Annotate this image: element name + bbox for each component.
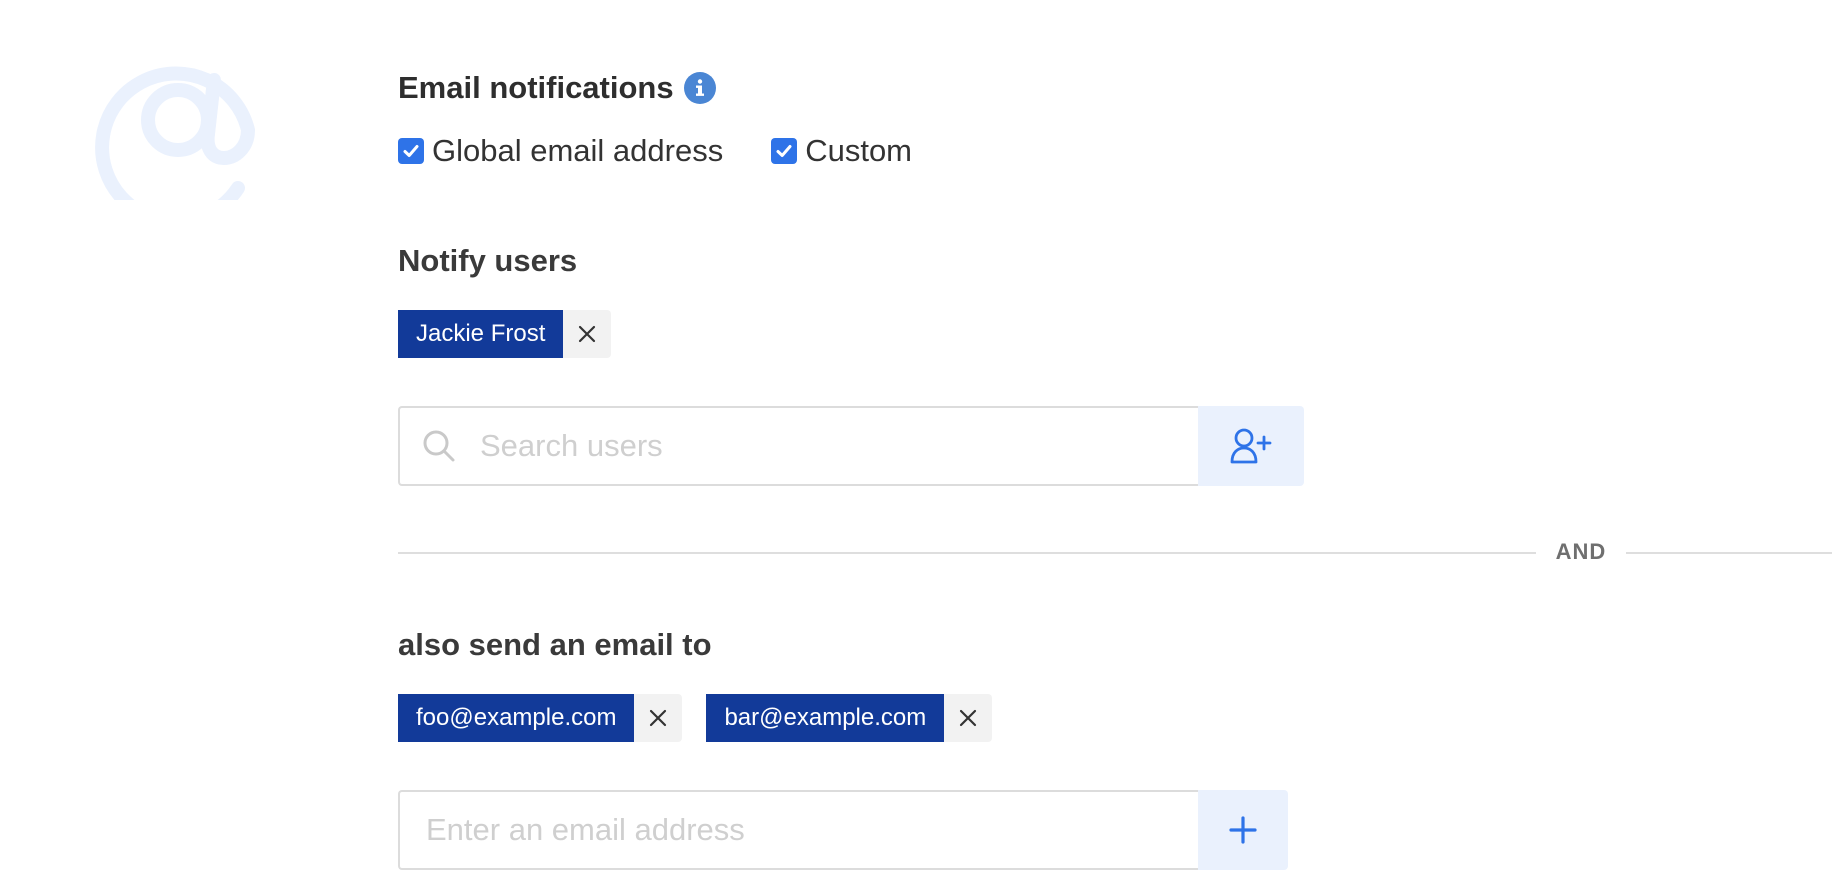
close-icon (650, 709, 667, 727)
notify-users-title: Notify users (398, 243, 578, 278)
custom-checkbox[interactable]: Custom (771, 133, 912, 169)
divider-line-right (1626, 552, 1832, 554)
custom-label: Custom (805, 133, 913, 168)
email-chip: foo@example.com (398, 694, 683, 742)
user-chip: Jackie Frost (398, 310, 612, 358)
add-email-button[interactable] (1198, 790, 1288, 870)
plus-icon (1229, 816, 1257, 844)
email-notifications-title: Email notifications (398, 70, 716, 106)
email-notifications-title-text: Email notifications (398, 70, 674, 105)
remove-email-button[interactable] (634, 694, 683, 742)
email-address-input[interactable] (424, 811, 1198, 849)
divider-line-left (398, 552, 1536, 554)
close-icon (579, 325, 596, 343)
selected-users: Jackie Frost (398, 310, 635, 358)
at-logo-icon (90, 20, 260, 229)
divider-label: AND (1555, 539, 1607, 564)
email-input-group (398, 790, 1288, 870)
user-search-box (398, 406, 1198, 486)
email-chip-label: bar@example.com (706, 694, 945, 742)
remove-user-button[interactable] (563, 310, 612, 358)
email-chip-label: foo@example.com (398, 694, 635, 742)
close-icon (960, 709, 977, 727)
user-chip-label: Jackie Frost (398, 310, 564, 358)
selected-emails: foo@example.com bar@example.com (398, 694, 1016, 742)
email-chip: bar@example.com (706, 694, 993, 742)
info-icon[interactable] (683, 72, 716, 104)
checkmark-icon[interactable] (398, 138, 424, 164)
checkmark-icon[interactable] (771, 138, 798, 164)
email-input-box (398, 790, 1198, 870)
also-send-title: also send an email to (398, 627, 712, 662)
remove-email-button[interactable] (944, 694, 993, 742)
search-icon (422, 429, 456, 463)
user-search-group (398, 406, 1304, 486)
notification-type-options: Global email address Custom (398, 133, 912, 169)
and-divider: AND (398, 535, 1832, 571)
add-user-button[interactable] (1198, 406, 1304, 486)
add-user-icon (1230, 428, 1272, 464)
global-email-checkbox[interactable]: Global email address (398, 133, 723, 169)
global-email-label: Global email address (432, 133, 724, 168)
search-users-input[interactable] (478, 427, 1198, 465)
